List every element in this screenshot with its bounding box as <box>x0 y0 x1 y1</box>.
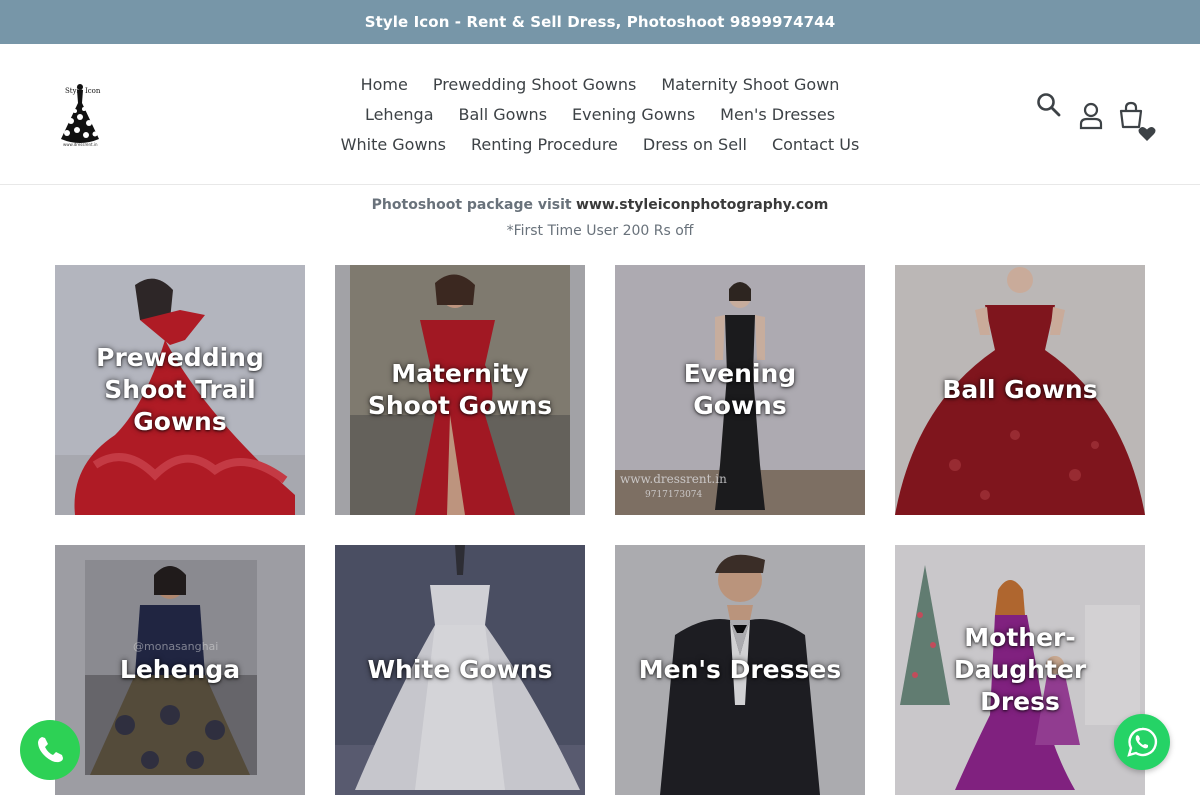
collection-title: Maternity Shoot Gowns <box>367 359 553 420</box>
nav-maternity-shoot-gown[interactable]: Maternity Shoot Gown <box>661 75 839 94</box>
nav-row: White Gowns Renting Procedure Dress on S… <box>300 129 900 159</box>
collection-title: Lehenga <box>119 655 241 684</box>
nav-mens-dresses[interactable]: Men's Dresses <box>720 105 835 124</box>
collection-card-prewedding[interactable]: Prewedding Shoot Trail Gowns <box>55 265 305 515</box>
call-button[interactable] <box>20 720 80 780</box>
collection-card-evening[interactable]: www.dressrent.in 9717173074 Evening Gown… <box>615 265 865 515</box>
nav-dress-on-sell[interactable]: Dress on Sell <box>643 135 747 154</box>
svg-text:www.dressrent.in: www.dressrent.in <box>63 142 98 147</box>
svg-text:Icon: Icon <box>85 87 101 95</box>
promo-subtext: *First Time User 200 Rs off <box>506 223 694 239</box>
collection-title: Men's Dresses <box>638 655 842 684</box>
collection-card-white[interactable]: White Gowns <box>335 545 585 795</box>
phone-icon <box>38 737 63 763</box>
nav-row: Home Prewedding Shoot Gowns Maternity Sh… <box>300 69 900 99</box>
logo[interactable]: Style Icon www.dressrent.in <box>55 81 105 147</box>
collection-card-maternity[interactable]: Maternity Shoot Gowns <box>335 265 585 515</box>
main-nav: Home Prewedding Shoot Gowns Maternity Sh… <box>300 69 900 159</box>
announcement-bar: Style Icon - Rent & Sell Dress, Photosho… <box>0 0 1200 44</box>
collection-title: Mother-Daughter Dress <box>953 623 1087 716</box>
collection-card-ball[interactable]: Ball Gowns <box>895 265 1145 515</box>
announcement-text: Style Icon - Rent & Sell Dress, Photosho… <box>364 13 836 31</box>
collection-title: Prewedding Shoot Trail Gowns <box>96 343 264 436</box>
collection-card-mens[interactable]: Men's Dresses <box>615 545 865 795</box>
collection-grid: Prewedding Shoot Trail Gowns Maternity S… <box>55 265 1145 795</box>
search-icon[interactable] <box>1036 92 1062 118</box>
nav-home[interactable]: Home <box>361 75 408 94</box>
promo-site-link[interactable]: www.styleiconphotography.com <box>576 197 828 213</box>
whatsapp-button[interactable] <box>1114 714 1170 770</box>
nav-contact-us[interactable]: Contact Us <box>772 135 859 154</box>
heart-icon[interactable] <box>1138 126 1156 142</box>
nav-renting-procedure[interactable]: Renting Procedure <box>471 135 618 154</box>
collection-card-mother-daughter[interactable]: Mother-Daughter Dress <box>895 545 1145 795</box>
nav-lehenga[interactable]: Lehenga <box>365 105 434 124</box>
nav-ball-gowns[interactable]: Ball Gowns <box>459 105 548 124</box>
promo-prefix: Photoshoot package visit <box>371 197 572 213</box>
nav-evening-gowns[interactable]: Evening Gowns <box>572 105 695 124</box>
cart-icon[interactable] <box>1117 101 1145 129</box>
nav-row: Lehenga Ball Gowns Evening Gowns Men's D… <box>300 99 900 129</box>
whatsapp-icon <box>1127 727 1158 757</box>
collection-title: Evening Gowns <box>683 359 797 420</box>
site-header: Style Icon www.dressrent.in Home Prewedd… <box>0 44 1200 185</box>
collection-title: Ball Gowns <box>942 375 1098 404</box>
collection-card-lehenga[interactable]: @monasanghai Lehenga <box>55 545 305 795</box>
nav-white-gowns[interactable]: White Gowns <box>341 135 446 154</box>
nav-prewedding-shoot-gowns[interactable]: Prewedding Shoot Gowns <box>433 75 637 94</box>
promo-line: Photoshoot package visit www.styleiconph… <box>0 197 1200 213</box>
collection-title: White Gowns <box>367 655 553 684</box>
account-icon[interactable] <box>1078 102 1104 130</box>
